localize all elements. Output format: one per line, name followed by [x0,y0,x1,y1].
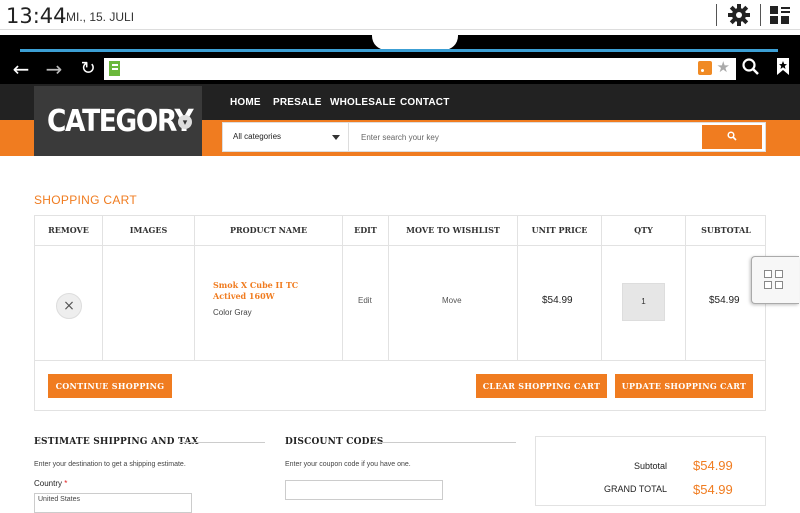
cart-table: REMOVE IMAGES PRODUCT NAME EDIT MOVE TO … [34,215,766,411]
shipping-description: Enter your destination to get a shipping… [34,461,186,468]
search-input[interactable] [351,123,701,151]
discount-description: Enter your coupon code if you have one. [285,461,411,468]
quantity-input[interactable]: 1 [622,283,665,321]
category-title: CATEGORY [47,104,194,139]
quick-settings-icon[interactable] [767,3,793,27]
column-divider [388,216,389,360]
category-select[interactable]: All categories [223,123,349,151]
remove-item-button[interactable]: × [56,293,82,319]
section-rule [373,442,516,443]
nav-presale[interactable]: PRESALE [273,97,322,108]
reload-icon[interactable]: ↻ [76,57,100,81]
search-icon [727,131,737,141]
country-label: Country * [34,479,67,488]
grand-total-label: GRAND TOTAL [603,484,667,494]
country-label-text: Country [34,479,63,488]
search-button[interactable] [702,125,762,149]
column-divider [601,216,602,360]
chevron-down-icon[interactable]: ▾ [178,115,192,129]
grid-cell [764,270,772,278]
totals-box: Subtotal $54.99 GRAND TOTAL $54.99 [535,436,766,506]
required-mark: * [64,479,68,488]
grand-total-value: $54.99 [693,482,733,497]
grid-cell [775,281,783,289]
status-clock: 13:44 [6,4,67,28]
nav-home[interactable]: HOME [230,97,261,108]
grid-cell [775,270,783,278]
subtotal-label: Subtotal [633,461,667,471]
country-select[interactable]: United States [34,493,192,513]
search-icon[interactable] [739,57,763,81]
tab-loading-line [20,49,778,52]
edit-item-link[interactable]: Edit [358,296,372,305]
column-header-remove: REMOVE [48,225,89,235]
star-icon[interactable]: ★ [717,58,730,76]
discount-section-title: DISCOUNT CODES [285,437,384,447]
nav-contact[interactable]: CONTACT [400,97,450,108]
coupon-code-input[interactable] [285,480,443,500]
clear-cart-button[interactable]: CLEAR SHOPPING CART [476,374,607,398]
section-rule [179,442,265,443]
grid-cell [764,281,772,289]
product-option: Color Gray [213,308,252,317]
category-menu[interactable]: CATEGORY ▾ [34,86,202,156]
product-name-link[interactable]: Smok X Cube II TC Actived 160W [213,280,333,302]
table-divider [35,245,765,246]
floating-grid-icon[interactable] [751,256,799,304]
update-cart-button[interactable]: UPDATE SHOPPING CART [615,374,753,398]
status-divider [760,4,761,26]
column-divider [685,216,686,360]
column-header-qty: QTY [634,225,653,235]
back-arrow-icon[interactable]: ← [9,57,33,81]
active-tab[interactable] [372,30,458,50]
nav-wholesale[interactable]: WHOLESALE [330,97,396,108]
column-header-images: IMAGES [129,225,168,235]
continue-shopping-button[interactable]: CONTINUE SHOPPING [48,374,172,398]
status-divider [716,4,717,26]
subtotal-value: $54.99 [693,458,733,473]
column-header-product-name: PRODUCT NAME [229,225,308,235]
bookmark-icon[interactable] [771,57,795,81]
column-header-move-to-wishlist: MOVE TO WISHLIST [406,225,500,235]
column-header-edit: EDIT [354,225,377,235]
move-to-wishlist-link[interactable]: Move [442,296,462,305]
column-divider [194,216,195,360]
category-select-value: All categories [233,132,282,141]
column-divider [102,216,103,360]
browser-tab-strip [0,30,800,54]
column-header-subtotal: SUBTOTAL [701,225,751,235]
site-search: All categories [222,122,766,152]
unit-price: $54.99 [542,295,573,306]
forward-arrow-icon[interactable]: → [42,57,66,81]
column-divider [342,216,343,360]
row-subtotal: $54.99 [709,295,740,306]
status-date: MI., 15. JULI [66,10,135,24]
url-text-redacted [120,58,360,80]
rss-icon[interactable] [698,61,712,75]
shipping-section-title: ESTIMATE SHIPPING AND TAX [34,437,199,447]
settings-gear-icon[interactable] [726,3,752,27]
status-bar: 13:44 MI., 15. JULI [0,0,800,30]
caret-down-icon [332,135,340,140]
table-divider [35,360,765,361]
column-divider [517,216,518,360]
page-title: SHOPPING CART [34,193,138,207]
column-header-unit-price: UNIT PRICE [531,225,588,235]
